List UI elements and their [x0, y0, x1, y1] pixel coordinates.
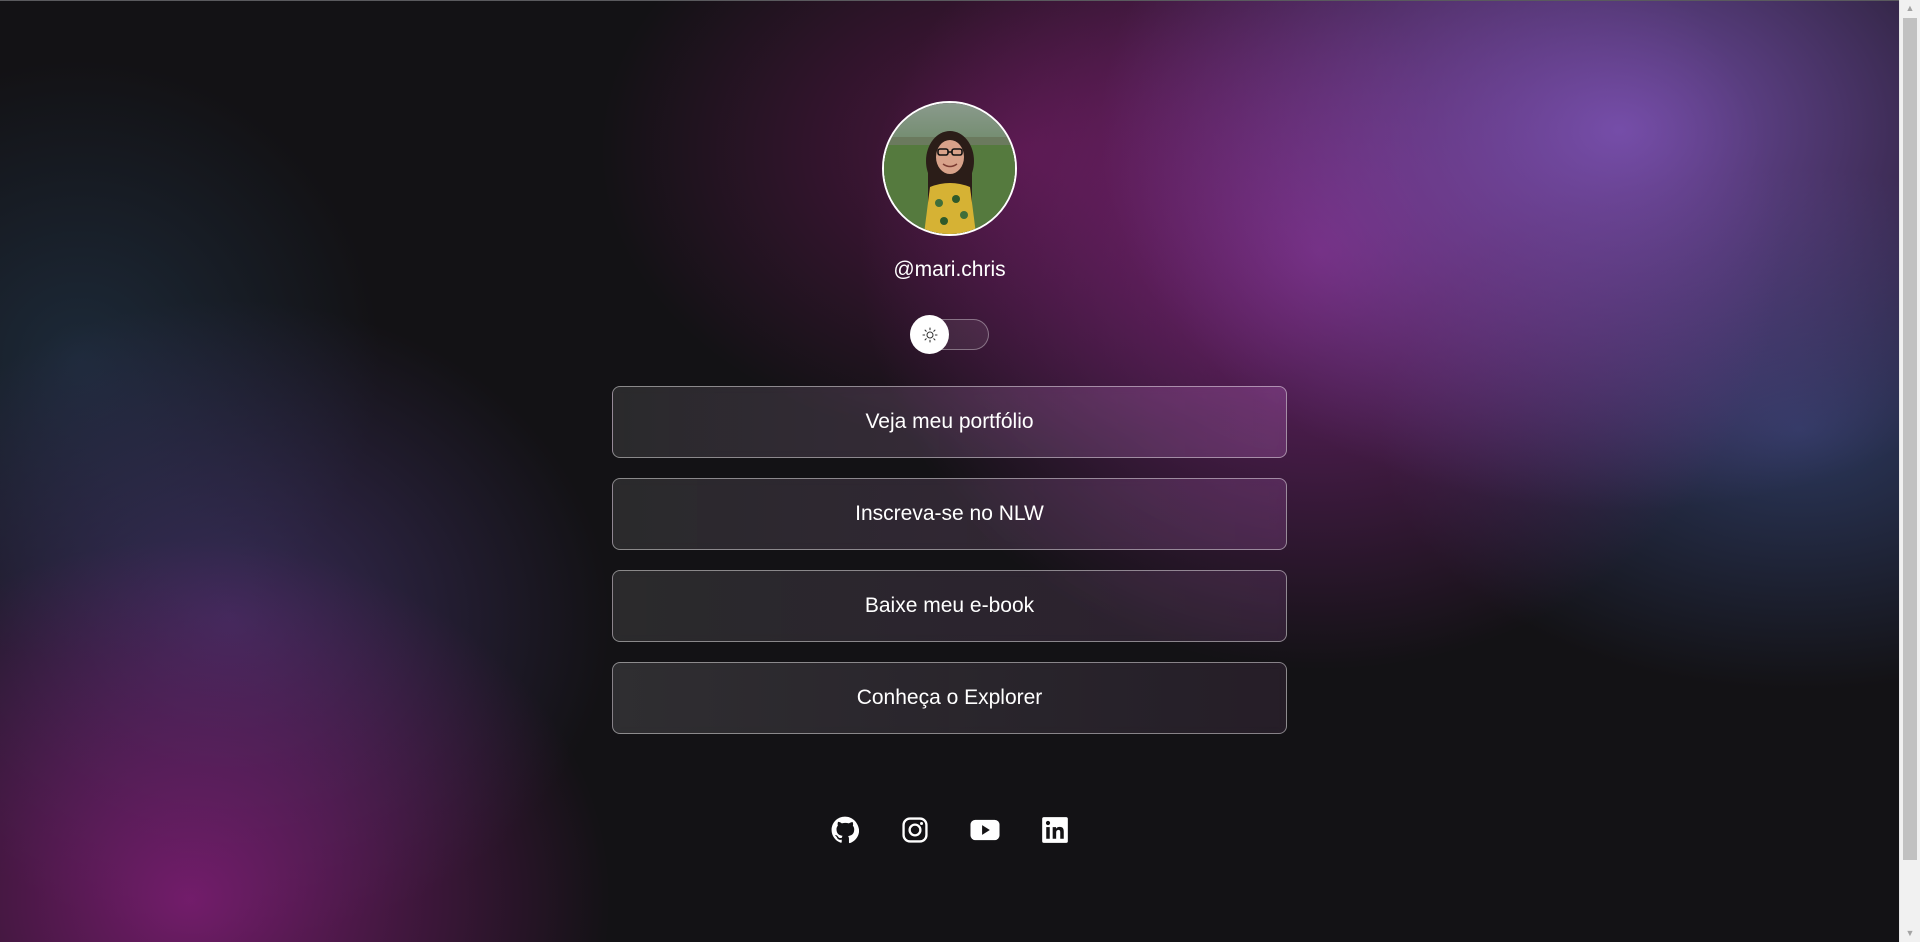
window-top-border: [0, 0, 1899, 1]
instagram-icon: [901, 817, 928, 843]
social-links: [612, 815, 1287, 845]
list-item: Inscreva-se no NLW: [612, 478, 1287, 550]
theme-switch[interactable]: [910, 315, 989, 354]
username: @mari.chris: [893, 258, 1006, 281]
linkedin-link[interactable]: [1040, 815, 1070, 845]
linkedin-icon: [1041, 817, 1068, 843]
list-item: Conheça o Explorer: [612, 662, 1287, 734]
instagram-link[interactable]: [900, 815, 930, 845]
profile: @mari.chris: [612, 101, 1287, 354]
list-item: Veja meu portfólio: [612, 386, 1287, 458]
explorer-link-button[interactable]: Conheça o Explorer: [612, 662, 1287, 734]
youtube-link[interactable]: [969, 815, 1000, 845]
link-list: Veja meu portfólio Inscreva-se no NLW Ba…: [612, 386, 1287, 734]
youtube-icon: [969, 819, 1000, 841]
ebook-download-link-button[interactable]: Baixe meu e-book: [612, 570, 1287, 642]
scrollbar-thumb[interactable]: [1903, 18, 1917, 860]
avatar: [882, 101, 1017, 236]
theme-switch-knob[interactable]: [910, 315, 949, 354]
avatar-photo: [884, 103, 1015, 234]
portfolio-link-button[interactable]: Veja meu portfólio: [612, 386, 1287, 458]
main-container: @mari.chris Veja meu portfólio Inscreva-…: [612, 101, 1287, 844]
github-icon: [831, 816, 859, 844]
github-link[interactable]: [830, 815, 860, 845]
scroll-up-arrow-icon[interactable]: ▲: [1900, 0, 1920, 17]
vertical-scrollbar[interactable]: ▲ ▼: [1899, 0, 1920, 942]
scroll-down-arrow-icon[interactable]: ▼: [1900, 925, 1920, 942]
list-item: Baixe meu e-book: [612, 570, 1287, 642]
sun-icon: [921, 326, 938, 343]
nlw-signup-link-button[interactable]: Inscreva-se no NLW: [612, 478, 1287, 550]
